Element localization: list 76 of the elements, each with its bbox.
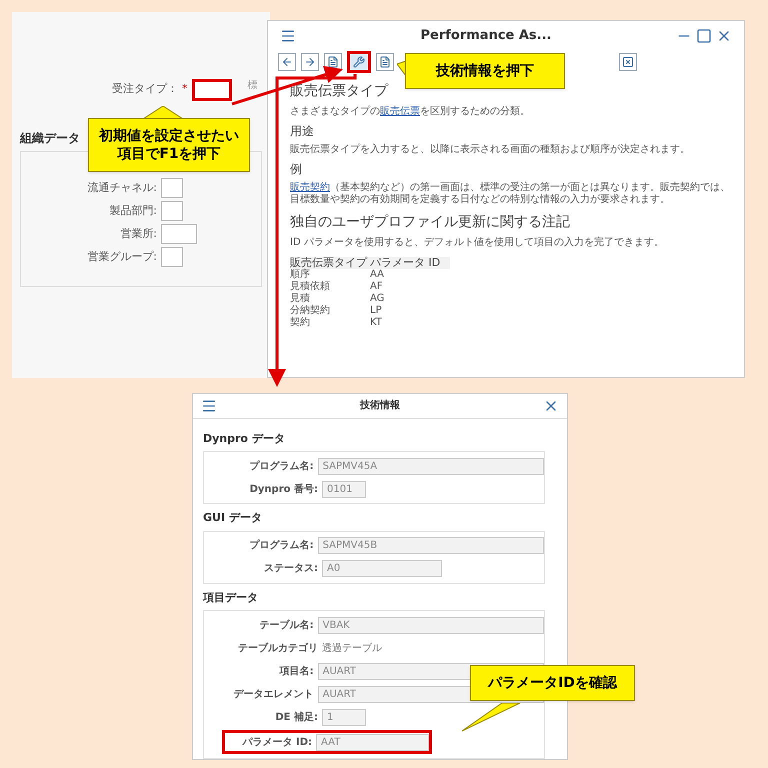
window-title: 技術情報	[358, 398, 401, 414]
input-field[interactable]	[161, 178, 183, 198]
table-cell-text: 分納契約	[290, 305, 331, 316]
cut-label: 標	[248, 78, 258, 93]
field-label: 項目名:	[278, 664, 314, 678]
field-label: パラメータ ID:	[241, 736, 312, 750]
table-cell-text: KT	[370, 317, 383, 329]
read-only-field[interactable]: 0101	[322, 480, 366, 498]
table-cell-text: AG	[370, 293, 386, 305]
wrench-icon	[353, 56, 365, 68]
table-cell-text: 順序	[290, 269, 311, 280]
field-label: 営業グループ:	[87, 248, 157, 265]
read-only-field[interactable]: VBAK	[318, 616, 544, 634]
callout-text: 技術情報を押下	[436, 62, 534, 80]
menu-icon[interactable]	[280, 28, 296, 44]
toolbar-button[interactable]	[324, 53, 342, 71]
field-label: テーブルカテゴリ	[237, 642, 318, 656]
pointer-tooltip	[462, 703, 522, 733]
menu-icon[interactable]	[201, 398, 217, 414]
read-only-field[interactable]: SAPMV45B	[318, 537, 544, 554]
window-title: Performance As...	[420, 27, 552, 46]
section-title: 組織データ	[20, 130, 80, 147]
help-link[interactable]: 販売契約	[290, 182, 330, 193]
field-label: 流通チャネル:	[87, 180, 157, 196]
callout-text: 初期値を設定させたい	[99, 127, 239, 145]
field-label: 受注タイプ：	[112, 81, 178, 98]
order-type-field[interactable]	[192, 78, 232, 100]
read-only-field[interactable]: A0	[322, 560, 442, 577]
help-paragraph: ID パラメータを使用すると、デフォルト値を使用して項目の入力を完了できます。	[290, 237, 665, 249]
close-icon	[622, 56, 634, 68]
read-only-field[interactable]: AAT	[316, 734, 429, 750]
document-icon	[327, 56, 339, 68]
table-cell-text: 見積依頼	[290, 281, 331, 292]
table-cell-text: 見積	[290, 293, 310, 305]
table-cell-text: LP	[370, 305, 383, 317]
help-link[interactable]: 販売伝票	[380, 106, 420, 117]
help-heading: 独自のユーザプロファイル更新に関する注記	[290, 213, 571, 232]
group-title: 項目データ	[203, 590, 259, 606]
forward-icon	[304, 56, 316, 68]
toolbar-button[interactable]	[301, 53, 319, 71]
field-label: プログラム名:	[248, 538, 314, 553]
back-icon	[281, 56, 293, 68]
read-only-field[interactable]: SAPMV45A	[318, 458, 544, 474]
callout-text: 項目でF1を押下	[117, 145, 221, 163]
field-label: テーブル名:	[258, 618, 314, 632]
field-label: データエレメント	[232, 688, 314, 702]
field-label: 製品部門:	[109, 202, 157, 219]
field-label: プログラム名:	[248, 459, 314, 474]
field-label: ステータス:	[263, 562, 318, 576]
field-label: Dynpro 番号:	[248, 482, 318, 496]
toolbar-button[interactable]	[376, 53, 394, 71]
table-cell-text: 契約	[290, 317, 311, 329]
input-field[interactable]	[161, 224, 197, 244]
required-mark: *	[182, 81, 188, 98]
help-paragraph: 販売契約（基本契約など）の第一画面は、標準の受注の第一が面とは異なります。販売契約では、目標数量や契約の有効期間を定義する日付などの特別な情報の入力が要求されます。	[290, 182, 731, 206]
input-field[interactable]	[161, 247, 183, 267]
document-icon	[379, 56, 391, 68]
column-header: 販売伝票タイプ	[290, 257, 370, 269]
field-value: 透過テーブル	[322, 642, 382, 656]
column-header: パラメータ ID	[370, 257, 450, 269]
help-paragraph: さまざまなタイプの販売伝票を区別するための分類。	[290, 106, 531, 118]
toolbar-button[interactable]	[278, 53, 296, 71]
table-cell-text: AA	[370, 269, 385, 281]
help-paragraph: 販売伝票タイプを入力すると、以降に表示される画面の種類および順序が決定されます。	[290, 144, 691, 156]
group-title: Dynpro データ	[203, 430, 286, 446]
read-only-field[interactable]: 1	[322, 708, 366, 726]
input-field[interactable]	[161, 201, 183, 221]
toolbar-button[interactable]	[619, 53, 637, 71]
toolbar-button[interactable]	[347, 51, 371, 73]
field-label: 営業所:	[120, 226, 157, 242]
field-label: DE 補足:	[274, 710, 318, 724]
maximize-icon[interactable]	[696, 28, 712, 44]
help-subheading: 例	[290, 161, 303, 178]
group-title: GUI データ	[203, 510, 263, 526]
help-subheading: 用途	[290, 123, 315, 140]
table-cell-text: AF	[370, 281, 384, 293]
